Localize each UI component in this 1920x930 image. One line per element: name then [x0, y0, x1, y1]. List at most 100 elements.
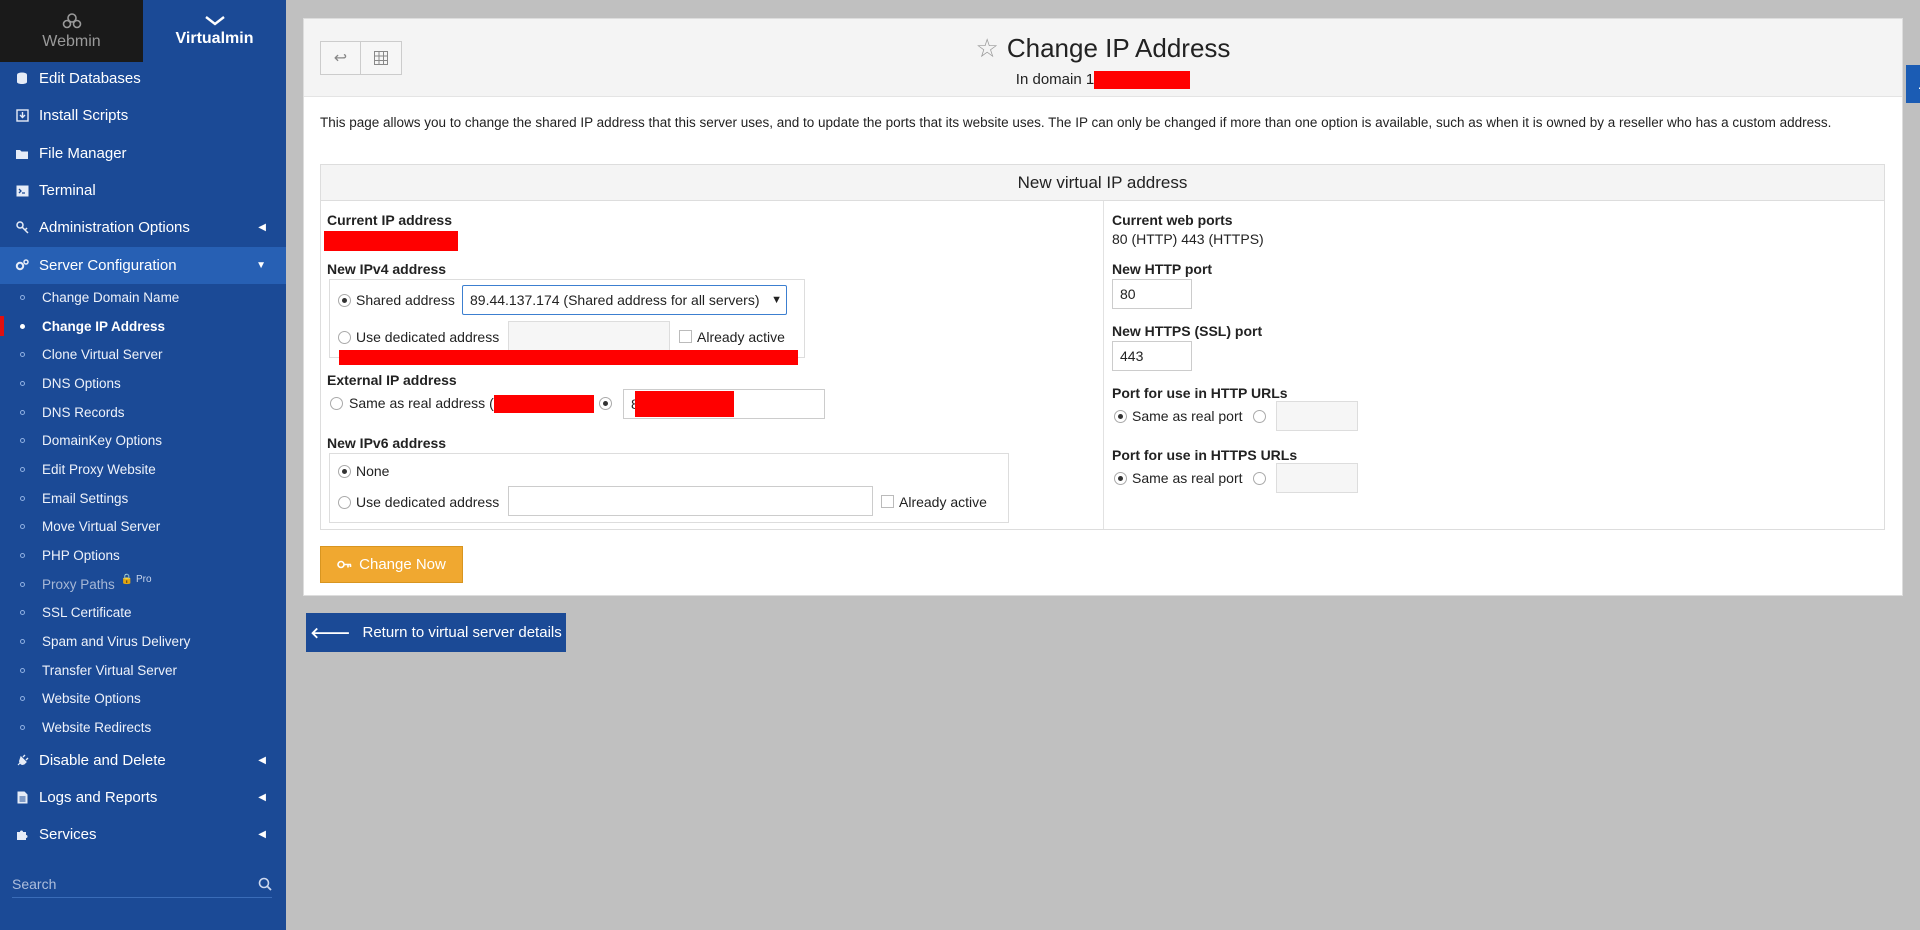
bullet-icon	[20, 638, 25, 644]
product-switcher: Webmin Virtualmin	[0, 0, 286, 62]
ip-form: New virtual IP address Current IP addres…	[320, 164, 1885, 530]
nav-label: Services	[39, 826, 97, 843]
database-icon	[14, 72, 30, 85]
http-custom-port-input[interactable]	[1276, 401, 1358, 431]
ipv6-address-input[interactable]	[508, 486, 873, 516]
shared-address-label: Shared address	[356, 292, 455, 308]
already-active-checkbox[interactable]	[679, 330, 692, 343]
subnav-domainkey-options[interactable]: DomainKey Options	[0, 426, 286, 454]
new-https-port-input[interactable]: 443	[1112, 341, 1192, 371]
bullet-icon	[20, 695, 25, 701]
dedicated-address-input[interactable]	[508, 321, 670, 351]
dedicated-address-label: Use dedicated address	[356, 329, 500, 345]
subnav-move-virtual-server[interactable]: Move Virtual Server	[0, 512, 286, 540]
bullet-icon	[20, 724, 25, 730]
nav-disable-and-delete[interactable]: Disable and Delete ◀	[0, 742, 286, 779]
shared-select-value: 89.44.137.174 (Shared address for all se…	[470, 292, 760, 308]
sidebar-search	[12, 870, 272, 898]
star-icon[interactable]: ☆	[976, 33, 999, 63]
subnav-transfer-virtual-server[interactable]: Transfer Virtual Server	[0, 656, 286, 684]
https-custom-port-input[interactable]	[1276, 463, 1358, 493]
new-http-port-input[interactable]: 80	[1112, 279, 1192, 309]
sidebar: Webmin Virtualmin Edit Databases Install…	[0, 0, 286, 930]
subnav-website-redirects[interactable]: Website Redirects	[0, 713, 286, 741]
bullet-icon	[20, 323, 25, 329]
notifications-button[interactable]	[1906, 65, 1920, 103]
shared-address-select[interactable]: 89.44.137.174 (Shared address for all se…	[462, 285, 787, 315]
https-same-port-radio[interactable]	[1114, 472, 1127, 485]
same-as-real-radio[interactable]	[330, 397, 343, 410]
page-title: ☆ Change IP Address	[304, 33, 1902, 64]
nav-label: Disable and Delete	[39, 752, 166, 769]
external-ip-input[interactable]: 8	[623, 389, 825, 419]
change-now-button[interactable]: Change Now	[320, 546, 463, 583]
subnav-label: Proxy Paths	[42, 576, 115, 592]
already-active-label: Already active	[697, 329, 785, 345]
shared-address-radio[interactable]	[338, 294, 351, 307]
subnav-email-settings[interactable]: Email Settings	[0, 484, 286, 512]
lock-icon: 🔒	[120, 573, 134, 585]
subnav-dns-records[interactable]: DNS Records	[0, 398, 286, 426]
change-now-label: Change Now	[359, 556, 446, 573]
redacted-domain	[1094, 71, 1191, 90]
nav-install-scripts[interactable]: Install Scripts	[0, 97, 286, 134]
subnav-label: DomainKey Options	[42, 432, 163, 448]
http-custom-port-radio[interactable]	[1253, 410, 1266, 423]
subnav-label: Email Settings	[42, 490, 129, 506]
virtualmin-tab[interactable]: Virtualmin	[143, 0, 286, 62]
ipv6-already-active-checkbox[interactable]	[881, 495, 894, 508]
current-web-ports-value: 80 (HTTP) 443 (HTTPS)	[1112, 231, 1264, 247]
nav-file-manager[interactable]: File Manager	[0, 135, 286, 172]
key-icon	[14, 221, 30, 234]
puzzle-icon	[14, 828, 30, 841]
caret-left-icon: ◀	[258, 829, 266, 840]
nav-logs-and-reports[interactable]: Logs and Reports ◀	[0, 779, 286, 816]
http-same-port-label: Same as real port	[1132, 408, 1243, 424]
subnav-dns-options[interactable]: DNS Options	[0, 369, 286, 397]
arrow-left-icon: 🡐	[310, 625, 351, 642]
nav-label: Install Scripts	[39, 107, 129, 124]
plug-icon	[14, 754, 30, 767]
nav-administration-options[interactable]: Administration Options ◀	[0, 209, 286, 246]
search-icon[interactable]	[258, 877, 272, 891]
external-ip-radio[interactable]	[599, 397, 612, 410]
ipv6-dedicated-radio[interactable]	[338, 496, 351, 509]
subnav-change-domain-name[interactable]: Change Domain Name	[0, 283, 286, 311]
subnav-proxy-paths[interactable]: Proxy Paths 🔒 Pro	[0, 570, 286, 598]
same-as-real-label: Same as real address (	[349, 395, 594, 414]
subnav-clone-virtual-server[interactable]: Clone Virtual Server	[0, 340, 286, 368]
pro-badge: 🔒 Pro	[121, 574, 152, 585]
redacted-external-ip	[635, 391, 734, 417]
subnav-edit-proxy-website[interactable]: Edit Proxy Website	[0, 455, 286, 483]
bullet-icon	[20, 437, 25, 443]
new-https-port-label: New HTTPS (SSL) port	[1112, 323, 1263, 339]
page-subtitle: In domain 1	[304, 71, 1902, 90]
key-icon	[337, 556, 352, 573]
webmin-tab[interactable]: Webmin	[0, 0, 143, 62]
subnav-change-ip-address[interactable]: Change IP Address	[0, 312, 286, 340]
subnav-ssl-certificate[interactable]: SSL Certificate	[0, 598, 286, 626]
ipv6-none-radio[interactable]	[338, 465, 351, 478]
http-url-port-label: Port for use in HTTP URLs	[1112, 385, 1288, 401]
subnav-website-options[interactable]: Website Options	[0, 684, 286, 712]
return-button[interactable]: 🡐 Return to virtual server details	[306, 613, 566, 652]
http-port-value: 80	[1120, 286, 1136, 302]
https-custom-port-radio[interactable]	[1253, 472, 1266, 485]
nav-server-configuration[interactable]: Server Configuration ▼	[0, 247, 286, 284]
dropdown-arrow-icon: ▼	[771, 294, 782, 306]
subnav-php-options[interactable]: PHP Options	[0, 541, 286, 569]
https-port-value: 443	[1120, 348, 1144, 364]
http-same-port-radio[interactable]	[1114, 410, 1127, 423]
bullet-icon	[20, 581, 25, 587]
dedicated-address-radio[interactable]	[338, 331, 351, 344]
bullet-icon	[20, 552, 25, 558]
bullet-icon	[20, 667, 25, 673]
subnav-spam-and-virus-delivery[interactable]: Spam and Virus Delivery	[0, 627, 286, 655]
nav-services[interactable]: Services ◀	[0, 816, 286, 853]
nav-edit-databases[interactable]: Edit Databases	[0, 60, 286, 97]
column-divider	[1103, 201, 1104, 529]
subtitle-text: In domain 1	[1015, 71, 1095, 88]
folder-icon	[14, 148, 30, 160]
nav-terminal[interactable]: Terminal	[0, 172, 286, 209]
search-input[interactable]	[12, 875, 232, 892]
